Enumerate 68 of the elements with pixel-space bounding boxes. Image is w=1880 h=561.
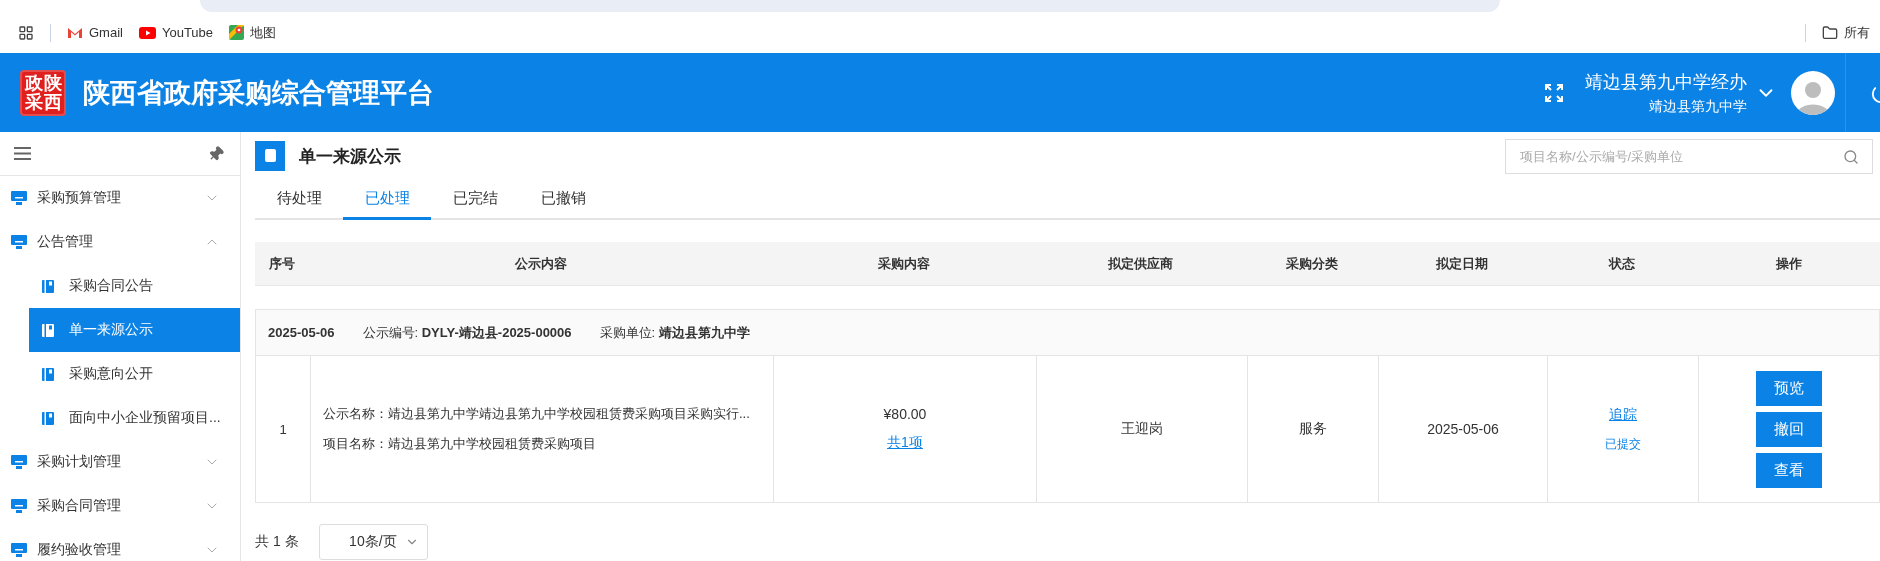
column-header: 操作 <box>1774 254 1803 273</box>
folder-icon <box>1822 24 1838 41</box>
bookmark[interactable]: 地图 <box>229 23 277 42</box>
column-header: 拟定日期 <box>1434 254 1489 273</box>
column-header: 拟定供应商 <box>1107 254 1174 273</box>
notice-number: 公示编号: DYLY-靖边县-2025-00006 <box>362 323 572 342</box>
project-name: 项目名称：靖边县第九中学校园租赁费采购项目 <box>323 435 596 453</box>
purchasing-unit: 采购单位: 靖边县第九中学 <box>599 323 750 342</box>
tab[interactable]: 已处理 <box>343 180 431 220</box>
play-icon <box>138 26 156 39</box>
tab[interactable]: 待处理 <box>255 180 343 220</box>
column-header: 采购分类 <box>1284 254 1339 273</box>
notice-name: 公示名称：靖边县第九中学靖边县第九中学校园租赁费采购项目采购实行... <box>323 405 750 423</box>
monitor-icon <box>11 455 27 469</box>
book-icon <box>42 279 54 293</box>
bookmark[interactable]: YouTube <box>138 25 214 40</box>
track-link[interactable]: 追踪 <box>1609 405 1637 424</box>
sidebar-item[interactable]: 公告管理 <box>0 220 240 264</box>
bookmark[interactable]: Gmail <box>67 25 123 40</box>
column-header: 采购内容 <box>876 254 931 273</box>
table-cell: 1 <box>279 421 287 437</box>
sidebar-subitem[interactable]: 采购意向公开 <box>29 352 240 396</box>
menu-icon[interactable] <box>14 147 31 160</box>
book-icon <box>42 323 54 337</box>
search-field[interactable]: 项目名称/公示编号/采购单位 <box>1505 138 1873 174</box>
column-header: 状态 <box>1607 254 1636 273</box>
action-button[interactable]: 撤回 <box>1756 411 1822 447</box>
column-header: 序号 <box>268 254 296 273</box>
items-link[interactable]: 共1项 <box>887 434 923 452</box>
sidebar-subitem[interactable]: 面向中小企业预留项目... <box>29 396 240 440</box>
mail-icon <box>67 26 83 39</box>
sidebar-subitem[interactable]: 采购合同公告 <box>29 264 240 308</box>
avatar[interactable] <box>1791 70 1835 115</box>
sidebar-item[interactable]: 采购合同管理 <box>0 484 240 528</box>
search-icon[interactable] <box>1843 148 1859 165</box>
table-cell: 服务 <box>1299 420 1327 438</box>
status-text: 已提交 <box>1605 435 1641 453</box>
monitor-icon <box>11 499 27 513</box>
monitor-icon <box>11 543 27 557</box>
tab[interactable]: 已撤销 <box>519 180 607 220</box>
amount: ¥80.00 <box>883 406 927 422</box>
app-title: 陕西省政府采购综合管理平台 <box>83 76 434 110</box>
table-cell: 王迎岗 <box>1121 420 1163 438</box>
action-button[interactable]: 预览 <box>1756 370 1822 406</box>
sidebar-subitem[interactable]: 单一来源公示 <box>29 308 240 352</box>
user-name: 靖边县第九中学经办 <box>1585 70 1747 94</box>
action-button[interactable]: 查看 <box>1756 452 1822 488</box>
page-size-select[interactable]: 10条/页 <box>318 524 428 560</box>
fullscreen-icon[interactable] <box>1545 83 1563 102</box>
total-count: 共 1 条 <box>255 533 299 551</box>
apps-icon[interactable] <box>18 24 34 41</box>
monitor-icon <box>11 191 27 205</box>
page-icon <box>255 141 285 171</box>
sidebar-item[interactable]: 采购预算管理 <box>0 176 240 220</box>
monitor-icon <box>11 235 27 249</box>
map-pin-icon <box>229 25 245 40</box>
bookmark[interactable]: 所有 <box>1822 23 1870 42</box>
book-icon <box>42 411 54 425</box>
page-title: 单一来源公示 <box>299 145 401 168</box>
sidebar-item[interactable]: 履约验收管理 <box>0 528 240 561</box>
logo: 政陕 采西 <box>20 69 66 116</box>
user-org: 靖边县第九中学 <box>1649 97 1747 116</box>
book-icon <box>42 367 54 381</box>
tab[interactable]: 已完结 <box>431 180 519 220</box>
sidebar-item[interactable]: 采购计划管理 <box>0 440 240 484</box>
column-header: 公示内容 <box>513 254 568 273</box>
group-date: 2025-05-06 <box>268 325 335 340</box>
table-cell: 2025-05-06 <box>1427 421 1499 437</box>
